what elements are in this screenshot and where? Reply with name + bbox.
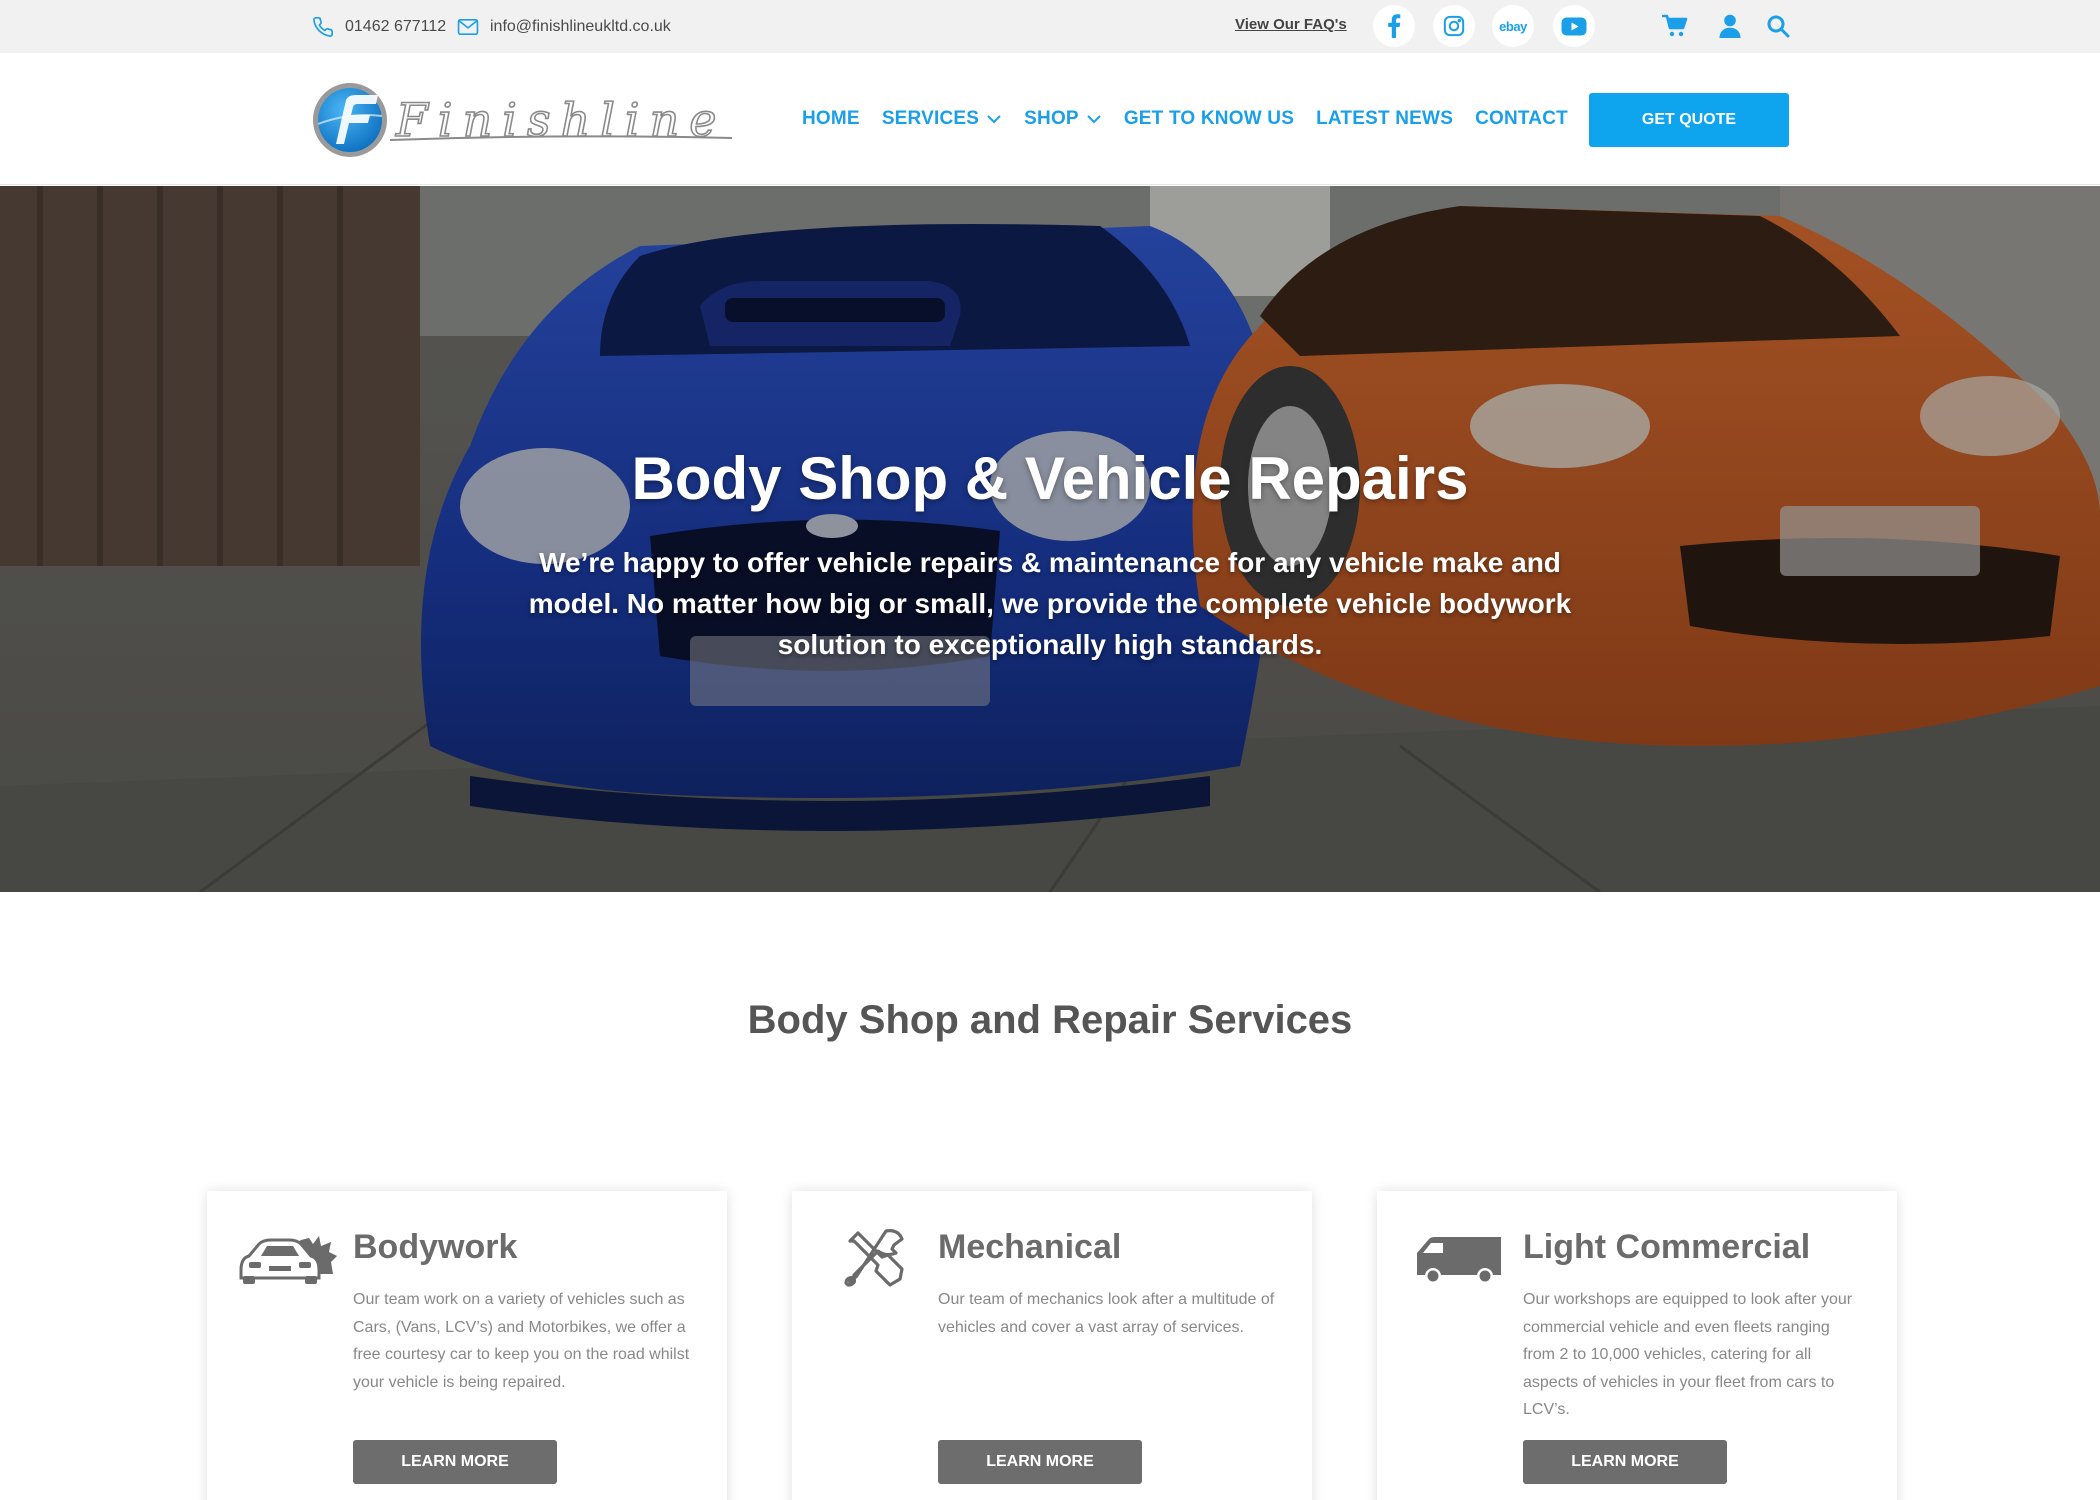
instagram-link[interactable] [1433, 5, 1475, 47]
nav-contact[interactable]: CONTACT [1475, 108, 1568, 130]
nav-shop-label: SHOP [1024, 108, 1079, 129]
email-link[interactable]: info@finishlineukltd.co.uk [457, 0, 671, 53]
learn-more-button[interactable]: LEARN MORE [353, 1440, 557, 1484]
nav-shop[interactable]: SHOP [1024, 108, 1102, 130]
cart-button[interactable] [1661, 12, 1689, 40]
service-title: Light Commercial [1523, 1228, 1811, 1266]
learn-more-button[interactable]: LEARN MORE [938, 1440, 1142, 1484]
nav-home[interactable]: HOME [802, 108, 860, 130]
facebook-icon [1388, 14, 1401, 38]
phone-number: 01462 677112 [345, 17, 447, 35]
search-icon [1767, 15, 1790, 38]
van-icon [1409, 1227, 1509, 1291]
nav-about-label: GET TO KNOW US [1123, 108, 1295, 129]
user-icon [1719, 14, 1741, 38]
youtube-link[interactable] [1553, 5, 1595, 47]
search-button[interactable] [1764, 12, 1792, 40]
email-address: info@finishlineukltd.co.uk [490, 17, 671, 35]
ebay-link[interactable]: ebay [1492, 5, 1534, 47]
nav-services-label: SERVICES [881, 108, 980, 129]
phone-icon [313, 16, 333, 37]
ebay-icon: ebay [1499, 18, 1527, 34]
tools-icon [824, 1227, 924, 1291]
service-description: Our team of mechanics look after a multi… [938, 1291, 1275, 1336]
nav-get-to-know-us[interactable]: GET TO KNOW US [1124, 108, 1294, 130]
nav-services[interactable]: SERVICES [882, 108, 1002, 130]
cars-icon [239, 1227, 339, 1291]
cart-icon [1662, 14, 1688, 37]
service-card-bodywork: Bodywork Our team work on a variety of v… [207, 1191, 727, 1500]
service-title: Mechanical [938, 1228, 1122, 1266]
nav-home-label: HOME [802, 108, 860, 129]
service-title: Bodywork [353, 1228, 518, 1266]
site-header: Finishline HOME SERVICES SHOP GET TO KNO… [0, 53, 2100, 185]
hero-subtitle: We’re happy to offer vehicle repairs & m… [528, 547, 1572, 660]
mail-icon [457, 18, 479, 35]
service-card-light-commercial: Light Commercial Our workshops are equip… [1377, 1191, 1897, 1500]
chevron-down-icon [987, 115, 1001, 124]
chevron-down-icon [1087, 115, 1101, 124]
learn-more-button[interactable]: LEARN MORE [1523, 1440, 1727, 1484]
get-quote-button[interactable]: GET QUOTE [1589, 93, 1789, 147]
service-description: Our team work on a variety of vehicles s… [353, 1291, 690, 1391]
service-description: Our workshops are equipped to look after… [1523, 1291, 1853, 1418]
top-bar: 01462 677112 info@finishlineukltd.co.uk … [0, 0, 2100, 53]
nav-latest-news[interactable]: LATEST NEWS [1316, 108, 1453, 130]
facebook-link[interactable] [1373, 5, 1415, 47]
account-button[interactable] [1716, 12, 1744, 40]
nav-contact-label: CONTACT [1475, 108, 1568, 129]
nav-news-label: LATEST NEWS [1316, 108, 1454, 129]
hero-banner: Body Shop & Vehicle Repairs We’re happy … [0, 186, 2100, 892]
finishline-logo[interactable]: Finishline [312, 82, 732, 158]
main-nav: HOME SERVICES SHOP GET TO KNOW US LATEST… [802, 53, 1568, 185]
services-heading: Body Shop and Repair Services [747, 998, 1353, 1042]
faq-link[interactable]: View Our FAQ's [1235, 16, 1347, 33]
hero-title: Body Shop & Vehicle Repairs [631, 445, 1469, 512]
youtube-icon [1561, 17, 1587, 35]
phone-link[interactable]: 01462 677112 [312, 0, 446, 53]
service-card-mechanical: Mechanical Our team of mechanics look af… [792, 1191, 1312, 1500]
instagram-icon [1443, 15, 1465, 37]
hero-cars-image [0, 186, 2100, 892]
